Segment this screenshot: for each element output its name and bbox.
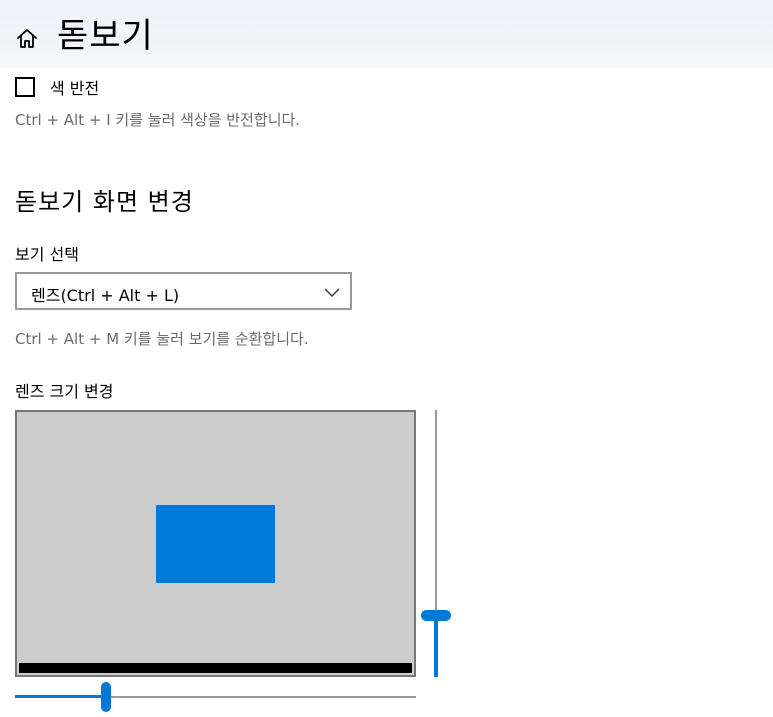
lens-size-label: 렌즈 크기 변경	[15, 382, 114, 401]
page-title: 돋보기	[57, 16, 154, 56]
slider-track	[111, 696, 416, 698]
chevron-down-icon	[324, 288, 340, 297]
section-title-change-view: 돋보기 화면 변경	[15, 188, 194, 216]
slider-thumb[interactable]	[421, 610, 451, 621]
slider-track	[435, 410, 437, 610]
invert-colors-label: 색 반전	[50, 79, 100, 98]
invert-colors-hint: Ctrl + Alt + I 키를 눌러 색상을 반전합니다.	[15, 111, 301, 129]
slider-track-fill	[434, 616, 438, 677]
slider-thumb[interactable]	[101, 682, 111, 712]
lens-size-preview	[15, 410, 416, 677]
page-header: 돋보기	[0, 0, 773, 68]
invert-colors-checkbox[interactable]: 색 반전	[15, 74, 99, 100]
view-select-label: 보기 선택	[15, 245, 79, 264]
slider-track-fill	[15, 695, 103, 698]
home-icon[interactable]	[14, 26, 40, 52]
lens-preview-taskbar	[19, 663, 412, 673]
lens-width-slider[interactable]	[15, 682, 416, 712]
view-cycle-hint: Ctrl + Alt + M 키를 눌러 보기를 순환합니다.	[15, 330, 309, 348]
view-select-value: 렌즈(Ctrl + Alt + L)	[31, 286, 180, 305]
checkbox-box[interactable]	[15, 77, 35, 97]
lens-preview-rect	[156, 505, 275, 583]
lens-height-slider[interactable]	[421, 410, 451, 677]
view-select-dropdown[interactable]: 렌즈(Ctrl + Alt + L)	[15, 272, 352, 310]
